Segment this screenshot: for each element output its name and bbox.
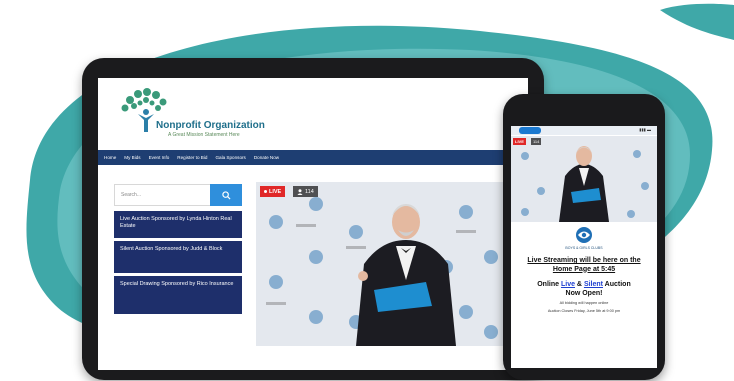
boys-girls-club-logo-icon xyxy=(576,227,592,243)
phone-video-frame-image xyxy=(511,136,657,222)
auction-suffix: Auction xyxy=(603,281,631,288)
sidebar-item-silent-auction[interactable]: Silent Auction Sponsored by Judd & Block xyxy=(114,241,242,273)
viewer-count-badge: 114 xyxy=(293,186,318,197)
phone-screen: ▮▮▮ ▬ LIVE 114 BOYS & GIRLS CLUBS Live S… xyxy=(511,126,657,368)
sidebar-item-live-auction[interactable]: Live Auction Sponsored by Lynda Hinton R… xyxy=(114,211,242,238)
org-name: Nonprofit Organization xyxy=(156,120,265,131)
nav-item-home[interactable]: Home xyxy=(104,155,116,160)
stream-announcement: Live Streaming will be here on the Home … xyxy=(511,257,657,274)
phone-viewer-number: 114 xyxy=(533,139,540,144)
nav-item-register[interactable]: Register to Bid xyxy=(177,155,207,160)
sidebar-item-special-drawing[interactable]: Special Drawing Sponsored by Rico Insura… xyxy=(114,276,242,314)
phone-live-video[interactable]: LIVE 114 xyxy=(511,136,657,222)
live-label: LIVE xyxy=(269,188,282,195)
stream-line-2: Home Page at 5:45 xyxy=(552,265,616,273)
auction-prefix: Online xyxy=(537,281,561,288)
phone-viewer-count: 114 xyxy=(531,138,542,145)
bidding-note: All bidding will happen online xyxy=(559,301,609,305)
auction-close-note: Auction Closes Friday, June 5th at 9:00 … xyxy=(547,309,621,313)
search-icon xyxy=(221,190,231,200)
phone-url-pill[interactable] xyxy=(519,127,541,134)
nav-item-event-info[interactable]: Event Info xyxy=(149,155,170,160)
main-nav: Home My Bids Event Info Register to Bid … xyxy=(98,150,528,165)
live-video-player[interactable]: LIVE 114 xyxy=(256,182,508,346)
tablet-screen: Nonprofit Organization A Great Mission S… xyxy=(98,78,528,370)
live-badge: LIVE xyxy=(260,186,286,197)
auction-announcement: Online Live & Silent Auction Now Open! xyxy=(511,281,657,298)
phone-status-bar: ▮▮▮ ▬ xyxy=(511,126,657,135)
tablet-device: Nonprofit Organization A Great Mission S… xyxy=(82,58,544,380)
stream-line-1: Live Streaming will be here on the xyxy=(527,257,641,264)
viewer-count: 114 xyxy=(305,188,314,195)
nav-item-gala-sponsors[interactable]: Gala Sponsors xyxy=(215,155,245,160)
phone-device: ▮▮▮ ▬ LIVE 114 BOYS & GIRLS CLUBS Live S… xyxy=(503,94,665,380)
nav-item-my-bids[interactable]: My Bids xyxy=(124,155,140,160)
silent-auction-link[interactable]: Silent xyxy=(584,281,603,288)
org-tagline: A Great Mission Statement Here xyxy=(168,132,240,138)
nav-item-donate[interactable]: Donate Now xyxy=(254,155,279,160)
auction-amp: & xyxy=(574,281,584,288)
site-logo[interactable]: Nonprofit Organization A Great Mission S… xyxy=(116,86,316,146)
person-icon xyxy=(297,188,303,195)
video-frame-image xyxy=(256,182,508,346)
search-placeholder: Search... xyxy=(121,192,142,198)
search-button[interactable] xyxy=(210,184,242,206)
club-name: BOYS & GIRLS CLUBS xyxy=(565,246,603,250)
phone-live-label: LIVE xyxy=(515,139,524,144)
live-auction-link[interactable]: Live xyxy=(561,281,575,288)
live-dot-icon xyxy=(264,190,267,193)
auction-open: Now Open! xyxy=(565,289,603,297)
phone-signal-icon: ▮▮▮ ▬ xyxy=(639,127,651,132)
phone-live-badge: LIVE xyxy=(513,138,526,145)
